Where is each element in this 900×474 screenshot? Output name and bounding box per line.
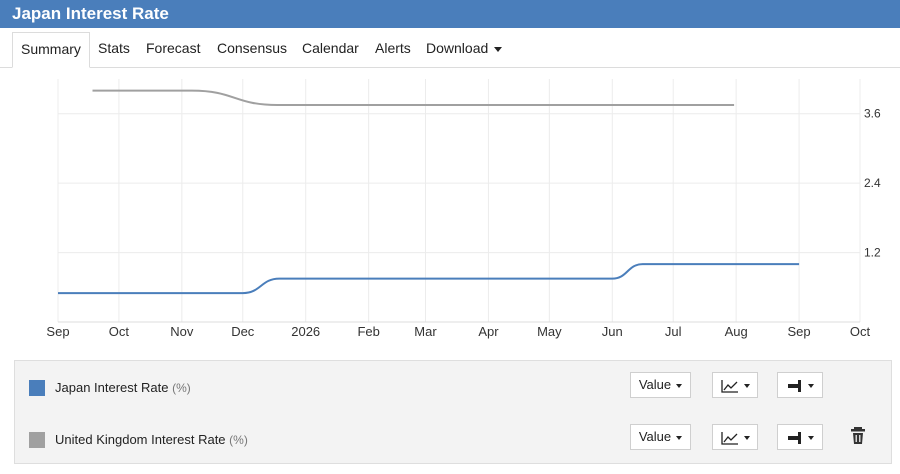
line-chart-icon — [720, 379, 738, 393]
x-tick-label: Sep — [46, 324, 69, 339]
series-swatch-japan — [29, 380, 45, 396]
tab-download[interactable]: Download — [418, 32, 510, 68]
chevron-down-icon — [494, 46, 503, 52]
y-tick-label: 1.2 — [864, 246, 881, 260]
tab-download-label: Download — [426, 40, 489, 56]
axis-dropdown-japan[interactable] — [777, 372, 823, 398]
value-dropdown-label: Value — [638, 377, 672, 392]
value-dropdown-uk[interactable]: Value — [630, 424, 691, 450]
x-tick-label: Sep — [788, 324, 811, 339]
chevron-down-icon — [807, 435, 814, 440]
y-tick-label: 2.4 — [864, 176, 881, 190]
chart-type-dropdown-uk[interactable] — [712, 424, 758, 450]
x-tick-label: Oct — [850, 324, 871, 339]
legend-name-uk: United Kingdom Interest Rate — [55, 432, 226, 447]
y-tick-label: 3.6 — [864, 107, 881, 121]
axis-dropdown-uk[interactable] — [777, 424, 823, 450]
series-swatch-uk — [29, 432, 45, 448]
value-dropdown-label: Value — [638, 429, 672, 444]
chevron-down-icon — [807, 383, 814, 388]
series-line — [92, 89, 735, 106]
chevron-down-icon — [676, 383, 683, 388]
legend-label-uk: United Kingdom Interest Rate (%) — [55, 432, 248, 447]
x-tick-label: Dec — [231, 324, 255, 339]
tab-bar: Summary Stats Forecast Consensus Calenda… — [0, 28, 900, 68]
x-tick-label: Jun — [602, 324, 623, 339]
legend-name-japan: Japan Interest Rate — [55, 380, 169, 395]
x-tick-label: Oct — [109, 324, 130, 339]
x-tick-label: Mar — [414, 324, 437, 339]
x-tick-label: Jul — [665, 324, 682, 339]
tab-stats[interactable]: Stats — [90, 32, 138, 68]
line-chart: Sep Oct Nov Dec 2026 Feb Mar Apr May Jun Jul Aug Sep… — [46, 79, 881, 339]
x-tick-label: Apr — [478, 324, 499, 339]
legend-unit-japan: (%) — [172, 381, 191, 395]
chevron-down-icon — [676, 435, 683, 440]
page-title: Japan Interest Rate — [12, 4, 169, 23]
chart-area: Sep Oct Nov Dec 2026 Feb Mar Apr May Jun Jul Aug Sep… — [14, 69, 892, 360]
x-tick-label: Feb — [357, 324, 379, 339]
chevron-down-icon — [743, 383, 750, 388]
tab-forecast[interactable]: Forecast — [138, 32, 208, 68]
x-tick-label: May — [537, 324, 562, 339]
axis-right-icon — [787, 379, 801, 392]
tab-alerts[interactable]: Alerts — [367, 32, 419, 68]
value-dropdown-japan[interactable]: Value — [630, 372, 691, 398]
chevron-down-icon — [743, 435, 750, 440]
x-tick-label: Nov — [170, 324, 194, 339]
legend-label-japan: Japan Interest Rate (%) — [55, 380, 191, 395]
line-chart-icon — [720, 431, 738, 445]
series-line — [58, 263, 800, 295]
tab-summary[interactable]: Summary — [12, 32, 90, 68]
x-tick-label: Aug — [725, 324, 748, 339]
axis-right-icon — [787, 431, 801, 444]
tab-consensus[interactable]: Consensus — [209, 32, 295, 68]
trash-icon[interactable] — [851, 426, 869, 446]
legend-row-uk: United Kingdom Interest Rate (%) Value — [15, 420, 891, 460]
tab-calendar[interactable]: Calendar — [294, 32, 367, 68]
legend-unit-uk: (%) — [229, 433, 248, 447]
x-tick-label: 2026 — [291, 324, 320, 339]
legend-row-japan: Japan Interest Rate (%) Value — [15, 368, 891, 408]
page-header: Japan Interest Rate — [0, 0, 900, 28]
legend-panel: Japan Interest Rate (%) Value United Kin… — [14, 360, 892, 464]
chart-type-dropdown-japan[interactable] — [712, 372, 758, 398]
